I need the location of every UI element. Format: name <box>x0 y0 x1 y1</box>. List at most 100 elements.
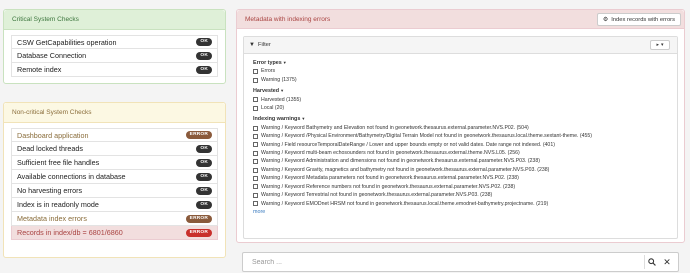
list-item: Dashboard application ERROR <box>11 128 218 142</box>
checkbox-icon[interactable] <box>253 97 258 103</box>
facet-checkbox[interactable]: Warning / Keyword Terrestrial not found … <box>253 191 677 199</box>
noncritical-checks-list: Dashboard application ERROR Dead locked t… <box>11 128 218 240</box>
facet-checkbox[interactable]: Warning / Keyword Metadata parameters no… <box>253 174 677 182</box>
list-item: Index is in readonly mode OK <box>11 198 218 212</box>
facet-checkbox[interactable]: Harvested (1355) <box>253 96 677 104</box>
list-item: Records in index/db = 6801/6860 ERROR <box>11 226 218 240</box>
facet-checkbox[interactable]: Warning / Keyword Bathymetry and Elevati… <box>253 124 677 132</box>
more-link[interactable]: more <box>253 208 677 216</box>
caret-down-icon: ▾ <box>661 42 664 48</box>
clear-search-button[interactable]: ✕ <box>660 255 674 269</box>
metadata-errors-panel: Metadata with indexing errors ⚙ Index re… <box>236 9 685 243</box>
facet-group-label: Indexing warnings <box>253 116 301 123</box>
checkbox-icon[interactable] <box>253 192 258 198</box>
filter-panel: ▼ Filter ▸ ▾ Error types▼ Errors Warning… <box>243 36 678 239</box>
status-badge: OK <box>196 144 212 153</box>
list-item: Sufficient free file handles OK <box>11 156 218 170</box>
facet-label: Warning / Keyword multi-beam echosounder… <box>261 150 520 157</box>
filter-icon: ▼ <box>249 42 255 48</box>
checkbox-icon[interactable] <box>253 159 258 165</box>
check-label: Dashboard application <box>17 130 89 140</box>
status-badge: ERROR <box>185 214 212 223</box>
list-item: Dead locked threads OK <box>11 142 218 156</box>
checkbox-icon[interactable] <box>253 133 258 139</box>
checkbox-icon[interactable] <box>253 77 258 83</box>
check-label: Metadata index errors <box>17 214 87 223</box>
checkbox-icon[interactable] <box>253 201 258 207</box>
caret-down-icon: ▼ <box>280 88 285 94</box>
facet-checkbox[interactable]: Errors <box>253 67 677 75</box>
status-badge: OK <box>196 65 212 74</box>
noncritical-checks-panel: Non-critical System Checks Dashboard app… <box>3 102 226 258</box>
filter-toggle-button[interactable]: ▸ ▾ <box>650 40 670 50</box>
facet-group-label: Harvested <box>253 88 280 95</box>
facet-checkbox[interactable]: Warning / Keyword multi-beam echosounder… <box>253 149 677 157</box>
critical-checks-list: CSW GetCapabilities operation OK Database… <box>11 35 218 77</box>
status-badge: ERROR <box>185 131 212 139</box>
list-item: Metadata index errors ERROR <box>11 212 218 226</box>
index-records-label: Index records with errors <box>611 16 675 23</box>
facet-label: Warning / Keyword Bathymetry and Elevati… <box>261 124 529 131</box>
check-label: Records in index/db = 6801/6860 <box>17 228 123 237</box>
facet-checkbox[interactable]: Warning / Keyword Gravity, magnetics and… <box>253 166 677 174</box>
close-icon: ✕ <box>663 256 671 267</box>
facet-label: Errors <box>261 68 276 75</box>
caret-down-icon: ▼ <box>301 116 306 122</box>
facet-label: Warning / Keyword Gravity, magnetics and… <box>261 166 550 173</box>
facet-checkbox[interactable]: Warning / Field resourceTemporalDateRang… <box>253 141 677 149</box>
status-badge: ERROR <box>185 228 212 237</box>
facet-label: Warning / Keyword EMODnet HRSM not found… <box>261 200 549 207</box>
status-badge: OK <box>196 172 212 181</box>
facet-checkbox[interactable]: Warning / Keyword Reference numbers not … <box>253 183 677 191</box>
caret-down-icon: ▼ <box>282 60 287 65</box>
index-records-button[interactable]: ⚙ Index records with errors <box>596 13 681 26</box>
list-item: Remote index OK <box>11 63 218 77</box>
check-label: Database Connection <box>17 51 87 60</box>
facet-checkbox[interactable]: Warning / Keyword Administration and dim… <box>253 157 677 165</box>
status-badge: OK <box>196 158 212 167</box>
check-label: Sufficient free file handles <box>17 158 100 167</box>
check-label: No harvesting errors <box>17 186 83 195</box>
facet-group-harvested[interactable]: Harvested▼ <box>253 87 677 95</box>
checkbox-icon[interactable] <box>253 167 258 173</box>
check-label: Dead locked threads <box>17 144 83 153</box>
facet-checkbox[interactable]: Warning (1375) <box>253 76 677 84</box>
filter-body: Error types▼ Errors Warning (1375) Harve… <box>244 54 677 216</box>
search-bar: ✕ <box>242 252 679 272</box>
filter-label: Filter <box>257 42 271 48</box>
check-label: Index is in readonly mode <box>17 200 99 209</box>
critical-checks-panel: Critical System Checks CSW GetCapabiliti… <box>3 9 226 84</box>
list-item: Database Connection OK <box>11 49 218 63</box>
search-button[interactable] <box>644 255 658 269</box>
facet-group-error-types[interactable]: Error types▼ <box>253 59 677 67</box>
checkbox-icon[interactable] <box>253 184 258 190</box>
list-item: CSW GetCapabilities operation OK <box>11 35 218 49</box>
checkbox-icon[interactable] <box>253 105 258 111</box>
facet-checkbox[interactable]: Warning / Keyword /Physical Environment/… <box>253 132 677 140</box>
facet-group-indexing-warnings[interactable]: Indexing warnings▼ <box>253 115 677 123</box>
checkbox-icon[interactable] <box>253 69 258 75</box>
checkbox-icon[interactable] <box>253 125 258 131</box>
facet-label: Warning / Field resourceTemporalDateRang… <box>261 141 555 148</box>
checkbox-icon[interactable] <box>253 150 258 156</box>
noncritical-checks-title: Non-critical System Checks <box>4 103 225 123</box>
list-item: No harvesting errors OK <box>11 184 218 198</box>
status-badge: OK <box>196 200 212 209</box>
status-badge: OK <box>196 51 212 60</box>
critical-checks-title: Critical System Checks <box>4 10 225 30</box>
search-icon <box>647 258 656 266</box>
check-label: CSW GetCapabilities operation <box>17 37 117 47</box>
facet-checkbox[interactable]: Local (20) <box>253 104 677 112</box>
search-input[interactable] <box>243 253 643 271</box>
facet-checkbox[interactable]: Warning / Keyword EMODnet HRSM not found… <box>253 200 677 208</box>
check-label: Remote index <box>17 65 62 74</box>
cogs-icon: ⚙ <box>602 17 609 23</box>
status-badge: OK <box>196 186 212 195</box>
play-icon: ▸ <box>656 42 659 48</box>
facet-label: Warning / Keyword Terrestrial not found … <box>261 192 493 199</box>
checkbox-icon[interactable] <box>253 142 258 148</box>
facet-label: Warning / Keyword Administration and dim… <box>261 158 540 165</box>
facet-group-label: Error types <box>253 60 282 66</box>
facet-label: Harvested (1355) <box>261 96 302 103</box>
checkbox-icon[interactable] <box>253 175 258 181</box>
